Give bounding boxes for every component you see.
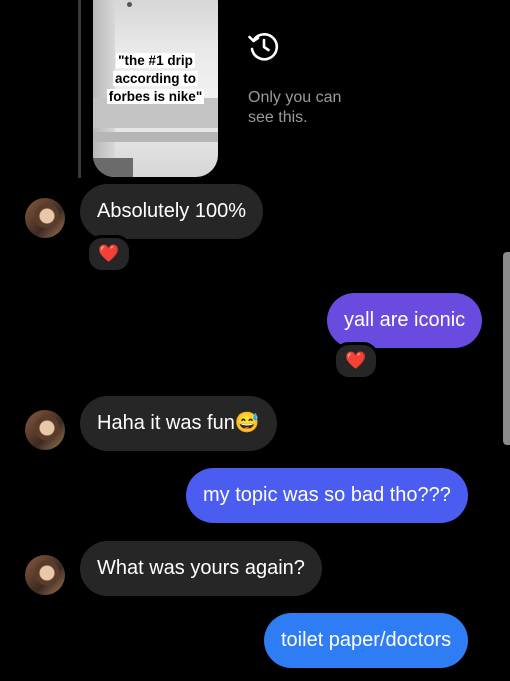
ceiling-beam-lower: [93, 132, 218, 142]
message-bubble-outgoing[interactable]: toilet paper/doctors: [264, 613, 469, 668]
history-clock-icon: [248, 33, 279, 61]
scrollbar[interactable]: [503, 252, 510, 445]
message-bubble-outgoing[interactable]: my topic was so bad tho???: [186, 468, 468, 523]
message-bubble-incoming[interactable]: Absolutely 100%: [80, 184, 263, 239]
story-thumbnail[interactable]: "the #1 drip according to forbes is nike…: [93, 0, 218, 177]
story-reply-bar: [78, 0, 81, 178]
message-bubble-outgoing[interactable]: yall are iconic: [327, 293, 483, 348]
ceiling-light: [127, 2, 132, 7]
story-caption: "the #1 drip according to forbes is nike…: [106, 53, 205, 104]
heart-icon[interactable]: ❤️: [333, 342, 379, 380]
story-shadow: [93, 158, 133, 177]
avatar[interactable]: [25, 555, 65, 595]
avatar[interactable]: [25, 198, 65, 238]
avatar[interactable]: [25, 410, 65, 450]
heart-icon[interactable]: ❤️: [86, 235, 132, 273]
only-you-notice: Only you can see this.: [248, 89, 342, 126]
message-bubble-incoming[interactable]: Haha it was fun😅: [80, 396, 277, 451]
message-bubble-incoming[interactable]: What was yours again?: [80, 541, 322, 596]
